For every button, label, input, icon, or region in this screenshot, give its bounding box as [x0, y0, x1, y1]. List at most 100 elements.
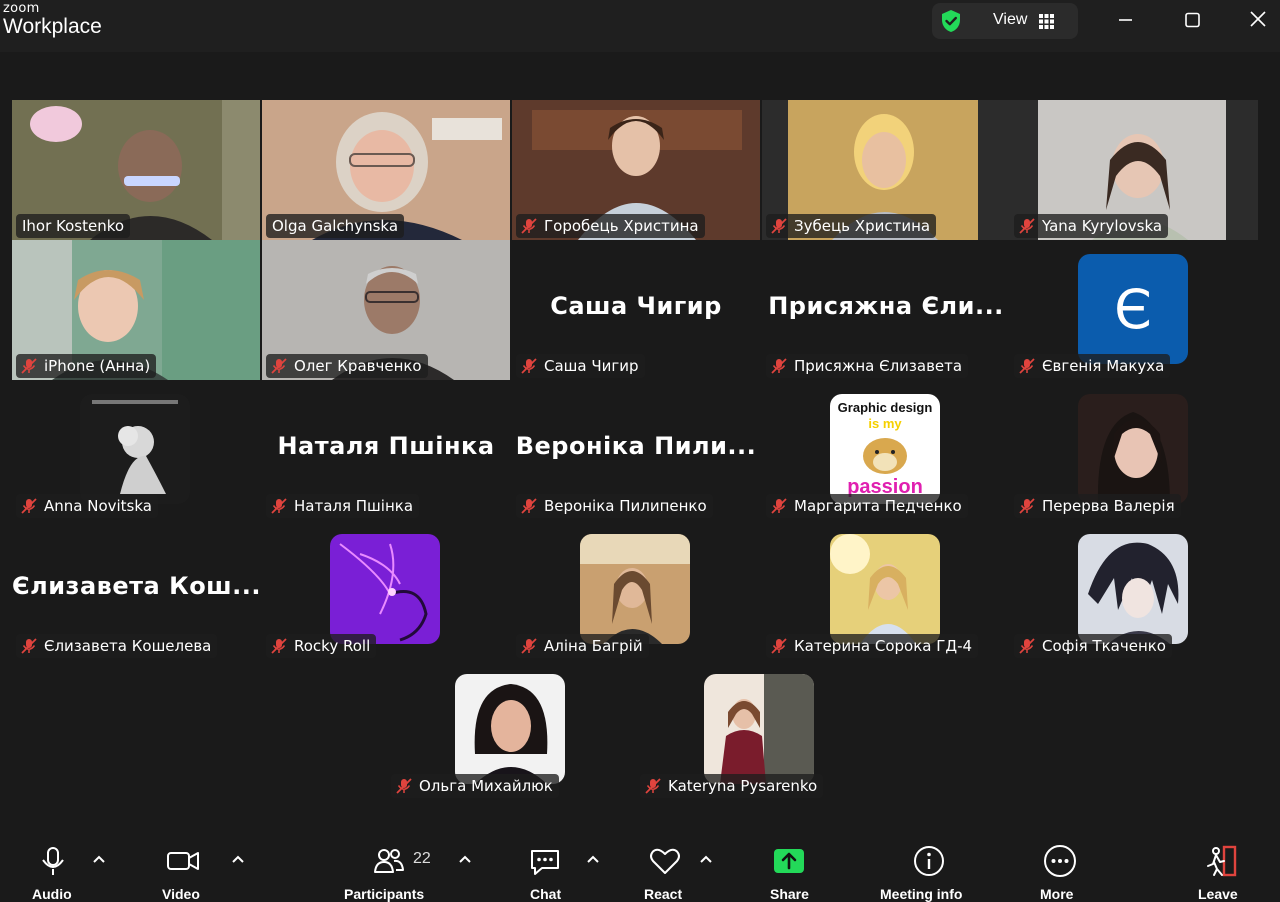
participant-name-label: Rocky Roll [266, 634, 377, 658]
mic-off-icon [1019, 638, 1035, 654]
participant-name-label: Катерина Сорока ГД-4 [766, 634, 979, 658]
mic-off-icon [521, 218, 537, 234]
chevron-up-icon[interactable] [700, 854, 712, 864]
participant-tile[interactable]: Graphic design is my passion Маргарита П… [762, 380, 1010, 520]
participant-name: Olga Galchynska [272, 217, 399, 235]
app-brand: zoom Workplace [3, 2, 102, 39]
chevron-up-icon[interactable] [93, 854, 105, 864]
mic-off-icon [771, 218, 787, 234]
participant-tile[interactable]: iPhone (Анна) [12, 240, 260, 380]
participant-name-label: Зубець Христина [766, 214, 937, 238]
participant-name: Kateryna Pysarenko [668, 777, 818, 795]
participant-tile[interactable]: Перерва Валерія [1010, 380, 1258, 520]
info-icon [914, 846, 944, 876]
chevron-up-icon[interactable] [232, 854, 244, 864]
participant-tile[interactable]: Єлизавета Кош... Єлизавета Кошелева [12, 520, 260, 660]
participant-tile[interactable]: Олег Кравченко [262, 240, 510, 380]
participant-name: Горобець Христина [544, 217, 699, 235]
profile-picture [330, 534, 440, 644]
participant-name-label: Софія Ткаченко [1014, 634, 1172, 658]
mic-off-icon [771, 358, 787, 374]
participant-tile[interactable]: Саша Чигир Саша Чигир [512, 240, 760, 380]
avatar-text-mid: is my [868, 416, 902, 431]
participant-name-label: Євгенія Макуха [1014, 354, 1171, 378]
participant-name: Вероніка Пилипенко [544, 497, 707, 515]
participant-name: Перерва Валерія [1042, 497, 1175, 515]
view-button[interactable]: View [932, 3, 1078, 39]
participant-name-label: Yana Kyrylovska [1014, 214, 1169, 238]
participant-tile[interactable]: Ольга Михайлюк [387, 660, 635, 800]
participant-name-label: Саша Чигир [516, 354, 645, 378]
participant-name: Зубець Христина [794, 217, 931, 235]
mic-off-icon [521, 358, 537, 374]
meeting-info-label: Meeting info [880, 886, 963, 902]
close-icon[interactable] [1243, 8, 1273, 32]
profile-picture [830, 534, 940, 644]
participant-tile[interactable]: Катерина Сорока ГД-4 [762, 520, 1010, 660]
brand-zoom: zoom [3, 1, 40, 16]
participant-name-label: Вероніка Пилипенко [516, 494, 713, 518]
participant-tile[interactable]: Софія Ткаченко [1010, 520, 1258, 660]
video-label: Video [162, 886, 200, 902]
minimize-icon[interactable] [1110, 8, 1140, 32]
audio-button[interactable]: Audio [30, 828, 130, 902]
participants-button[interactable]: 22 Participants [344, 828, 484, 902]
participant-tile[interactable]: Yana Kyrylovska [1010, 100, 1258, 240]
participant-name-label: Присяжна Єлизавета [766, 354, 969, 378]
participant-tile[interactable]: Olga Galchynska [262, 100, 510, 240]
chat-button[interactable]: Chat [528, 828, 608, 902]
meeting-info-button[interactable]: Meeting info [878, 828, 988, 902]
participant-name-label: Аліна Багрій [516, 634, 649, 658]
participant-name: Євгенія Макуха [1042, 357, 1165, 375]
participant-name-label: Єлизавета Кошелева [16, 634, 218, 658]
mic-off-icon [645, 778, 661, 794]
profile-picture [704, 674, 814, 784]
participant-name: Ihor Kostenko [22, 217, 125, 235]
mic-off-icon [21, 358, 37, 374]
participant-name: Єлизавета Кошелева [44, 637, 212, 655]
mic-off-icon [521, 498, 537, 514]
chevron-up-icon[interactable] [587, 854, 599, 864]
shield-check-icon[interactable] [939, 9, 963, 33]
participant-tile[interactable]: Anna Novitska [12, 380, 260, 520]
react-button[interactable]: React [644, 828, 724, 902]
participant-tile[interactable]: Ihor Kostenko [12, 100, 260, 240]
video-button[interactable]: Video [162, 828, 262, 902]
participant-name: Маргарита Педченко [794, 497, 962, 515]
participant-name-label: Маргарита Педченко [766, 494, 968, 518]
chevron-up-icon[interactable] [459, 854, 471, 864]
participant-tile[interactable]: Аліна Багрій [512, 520, 760, 660]
participant-name-label: Ольга Михайлюк [391, 774, 559, 798]
mic-icon [42, 847, 64, 875]
participant-tile[interactable]: Присяжна Єли... Присяжна Єлизавета [762, 240, 1010, 380]
participant-name: Ольга Михайлюк [419, 777, 553, 795]
leave-icon [1207, 845, 1237, 877]
participant-tile[interactable]: Вероніка Пили... Вероніка Пилипенко [512, 380, 760, 520]
meeting-toolbar: Audio Video 22 Participants Chat React S… [0, 828, 1280, 902]
title-bar: zoom Workplace View [0, 0, 1280, 52]
view-label: View [993, 11, 1028, 28]
participant-tile[interactable]: Rocky Roll [262, 520, 510, 660]
mic-off-icon [271, 358, 287, 374]
participant-name-label: Kateryna Pysarenko [640, 774, 824, 798]
share-button[interactable]: Share [768, 828, 828, 902]
participant-tile[interactable]: Зубець Христина [762, 100, 1010, 240]
participant-display-name: Вероніка Пили... [515, 432, 757, 460]
participant-tile[interactable]: Горобець Христина [512, 100, 760, 240]
participant-tile[interactable]: Є Євгенія Макуха [1010, 240, 1258, 380]
more-button[interactable]: More [1038, 828, 1098, 902]
participant-display-name: Єлизавета Кош... [12, 572, 260, 600]
participant-tile[interactable]: Наталя Пшінка Наталя Пшінка [262, 380, 510, 520]
mic-off-icon [271, 498, 287, 514]
participant-name: Катерина Сорока ГД-4 [794, 637, 973, 655]
video-camera-icon [167, 852, 199, 870]
maximize-icon[interactable] [1177, 8, 1207, 32]
participant-name-label: Олег Кравченко [266, 354, 428, 378]
participant-name-label: Ihor Kostenko [16, 214, 131, 238]
mic-off-icon [771, 638, 787, 654]
leave-button[interactable]: Leave [1196, 828, 1256, 902]
participants-label: Participants [344, 886, 425, 902]
share-screen-icon [774, 849, 804, 873]
mic-off-icon [1019, 498, 1035, 514]
participant-tile[interactable]: Kateryna Pysarenko [636, 660, 884, 800]
